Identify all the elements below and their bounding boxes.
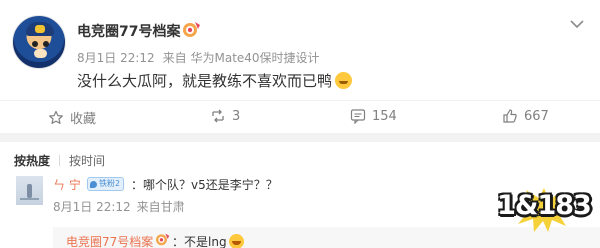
comment-count: 154 xyxy=(372,108,397,124)
fan-level-badge[interactable]: 铁粉2 xyxy=(87,177,125,191)
reply-author-name[interactable]: 电竞圈77号档案 xyxy=(66,233,153,248)
fan-badge-icon xyxy=(90,180,97,188)
favorite-button[interactable]: 收藏 xyxy=(48,108,96,127)
post-source: 来自 华为Mate40保时捷设计 xyxy=(162,51,320,65)
comment-timestamp: 8月1日 22:12 xyxy=(53,200,131,214)
repost-count: 3 xyxy=(232,108,241,124)
comment-icon xyxy=(350,109,366,124)
watermark-text: 1&183 xyxy=(497,190,592,221)
like-count: 667 xyxy=(524,108,549,124)
commenter-name[interactable]: ㄣ 宁 xyxy=(53,176,81,193)
thumbs-up-icon xyxy=(503,109,517,123)
vip-badge-icon xyxy=(183,22,200,37)
post-text: 没什么大瓜阿，就是教练不喜欢而已鸭 xyxy=(77,70,353,91)
comment-button[interactable]: 154 xyxy=(350,108,397,124)
comment-source: 来自甘肃 xyxy=(136,200,185,214)
avatar-badge xyxy=(35,25,45,33)
grin-emoji-icon xyxy=(228,234,244,248)
comment-sort-bar: 按热度 按时间 xyxy=(14,152,105,169)
reply-text: ：不是lng xyxy=(172,233,244,248)
reply-text-body: ：不是lng xyxy=(172,235,227,248)
commenter-avatar[interactable] xyxy=(16,176,43,205)
like-button[interactable]: 667 xyxy=(502,108,549,124)
comment-meta: 8月1日 22:12 来自甘肃 xyxy=(53,198,185,215)
section-divider xyxy=(0,133,600,142)
repost-button[interactable]: 3 xyxy=(210,108,240,124)
sleepy-face-emoji-icon xyxy=(335,72,353,89)
vip-badge-icon xyxy=(156,233,170,246)
post-meta: 8月1日 22:12 来自 华为Mate40保时捷设计 xyxy=(77,49,320,66)
sort-by-time-tab[interactable]: 按时间 xyxy=(69,154,105,168)
post-action-bar: 收藏 3 154 667 xyxy=(0,100,600,132)
watermark-logo: 1&183 xyxy=(496,186,592,238)
chevron-down-icon[interactable] xyxy=(570,19,584,29)
star-icon xyxy=(49,110,63,124)
post-text-body: 没什么大瓜阿，就是教练不喜欢而已鸭 xyxy=(77,72,333,90)
avatar-eye xyxy=(32,41,38,47)
favorite-label: 收藏 xyxy=(70,112,97,127)
post-timestamp[interactable]: 8月1日 22:12 xyxy=(77,51,155,65)
sort-by-hot-tab[interactable]: 按热度 xyxy=(14,154,50,168)
author-avatar[interactable] xyxy=(12,15,66,69)
repost-icon xyxy=(212,109,224,123)
comment-text: ：哪个队？v5还是李宁？？ xyxy=(131,178,278,192)
avatar-eye xyxy=(43,41,49,47)
fan-badge-label: 铁粉2 xyxy=(99,179,121,188)
avatar-snout xyxy=(34,49,47,58)
sort-divider xyxy=(59,155,61,166)
author-name[interactable]: 电竞圈77号档案 xyxy=(77,21,180,41)
